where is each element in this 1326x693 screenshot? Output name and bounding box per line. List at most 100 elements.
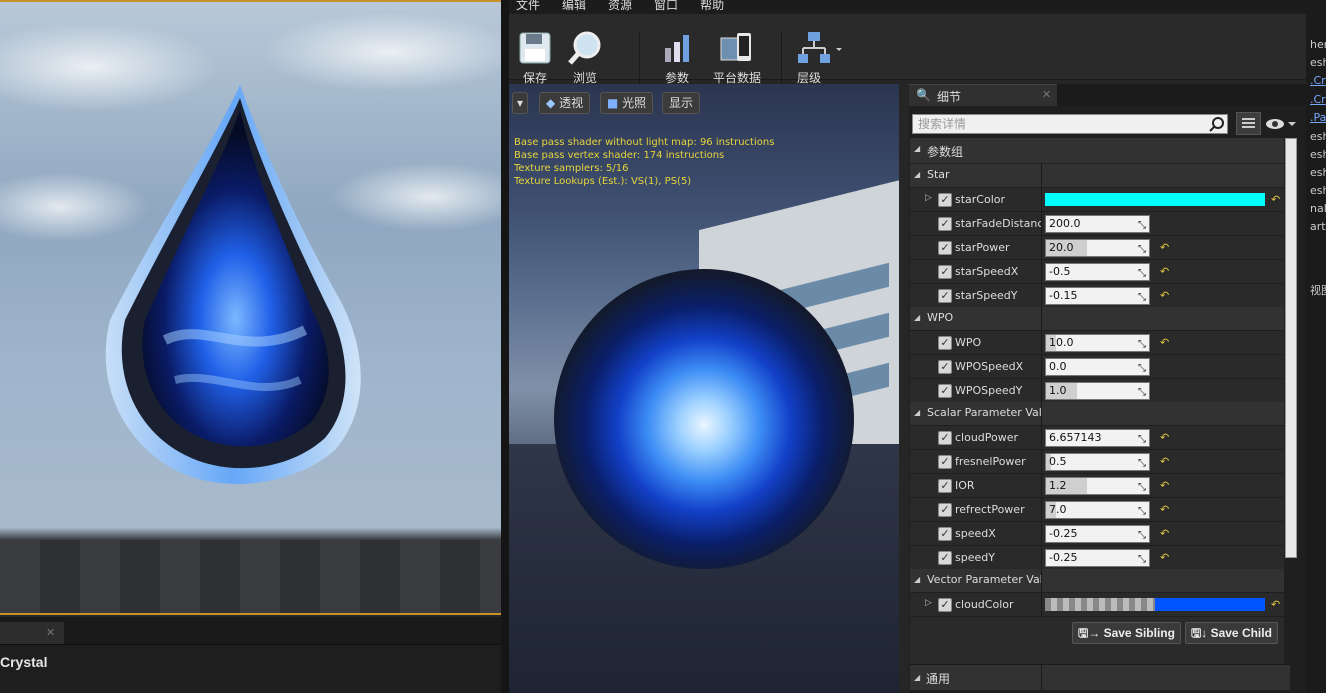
param-WPOSpeedY: ✓ WPOSpeedY 1.0 ⤡ [910,379,1284,403]
checkbox[interactable]: ✓ [938,503,952,517]
param-starColor: ▷ ✓ starColor ↶ [910,188,1284,212]
clipped-text: her [1310,38,1326,51]
number-field[interactable]: -0.15 ⤡ [1045,287,1150,305]
resize-arrow-icon: ⤡ [1138,220,1146,231]
expand-arrow-icon[interactable]: ▷ [925,598,932,608]
checkbox[interactable]: ✓ [938,384,952,398]
search-input[interactable]: 搜索详情 [912,114,1228,134]
group-general[interactable]: ◢ 通用 [910,664,1290,691]
checkbox[interactable]: ✓ [938,217,952,231]
save-button[interactable]: 保存 [517,30,553,86]
reset-arrow-icon[interactable]: ↶ [1160,289,1169,302]
checkbox[interactable]: ✓ [938,360,952,374]
view-options-button[interactable] [1236,112,1261,135]
reset-arrow-icon[interactable]: ↶ [1160,265,1169,278]
floppy-arrow-icon: 🖫→ [1078,626,1101,640]
close-icon[interactable]: ✕ [1042,88,1051,101]
checkbox[interactable]: ✓ [938,598,952,612]
reset-arrow-icon[interactable]: ↶ [1160,503,1169,516]
checkbox[interactable]: ✓ [938,431,952,445]
menu-help[interactable]: 帮助 [700,0,724,14]
group-label: WPO [927,311,954,324]
reset-arrow-icon[interactable]: ↶ [1160,551,1169,564]
checkbox[interactable]: ✓ [938,551,952,565]
reset-arrow-icon[interactable]: ↶ [1160,241,1169,254]
checkbox[interactable]: ✓ [938,241,952,255]
reset-arrow-icon[interactable]: ↶ [1160,527,1169,540]
number-value: 1.2 [1049,479,1067,492]
clipped-link[interactable]: .Cr [1310,93,1326,106]
checkbox[interactable]: ✓ [938,265,952,279]
checkbox[interactable]: ✓ [938,336,952,350]
group-label: Star [927,168,950,181]
reset-arrow-icon[interactable]: ↶ [1271,193,1280,206]
number-value: -0.15 [1049,289,1078,302]
number-field[interactable]: 10.0 ⤡ [1045,334,1150,352]
number-field[interactable]: 20.0 ⤡ [1045,239,1150,257]
show-button[interactable]: 显示 [662,92,701,114]
number-field[interactable]: -0.25 ⤡ [1045,549,1150,567]
visibility-button[interactable] [1264,114,1298,134]
param-group-header[interactable]: ◢ 参数组 [910,138,1284,164]
left-viewport[interactable] [0,0,501,615]
reset-arrow-icon[interactable]: ↶ [1160,431,1169,444]
number-field[interactable]: 1.0 ⤡ [1045,382,1150,400]
number-field[interactable]: 6.657143 ⤡ [1045,429,1150,447]
number-field[interactable]: 0.0 ⤡ [1045,358,1150,376]
column-divider [1041,260,1042,284]
checkbox[interactable]: ✓ [938,527,952,541]
perspective-button[interactable]: ◆ 透视 [539,92,591,114]
number-field[interactable]: 200.0 ⤡ [1045,215,1150,233]
viewport-menu-button[interactable]: ▾ [512,92,529,114]
params-button[interactable]: 参数 [659,30,695,86]
reset-arrow-icon[interactable]: ↶ [1160,479,1169,492]
search-icon[interactable] [1208,115,1226,133]
save-child-button[interactable]: 🖫↓ Save Child [1185,622,1278,644]
number-field[interactable]: 0.5 ⤡ [1045,453,1150,471]
checkbox[interactable]: ✓ [938,289,952,303]
number-field[interactable]: 7.0 ⤡ [1045,501,1150,519]
details-scrollbar[interactable] [1285,138,1297,558]
color-swatch[interactable] [1155,598,1265,611]
menu-asset[interactable]: 资源 [608,0,632,14]
menu-edit[interactable]: 编辑 [562,0,586,14]
reset-arrow-icon[interactable]: ↶ [1160,455,1169,468]
group-star[interactable]: ◢ Star [910,164,1284,188]
group-vector-parameter-values[interactable]: ◢ Vector Parameter Values [910,569,1284,593]
menu-file[interactable]: 文件 [516,0,540,14]
param-WPOSpeedX: ✓ WPOSpeedX 0.0 ⤡ [910,355,1284,379]
clipped-link[interactable]: .Cr [1310,74,1326,87]
checkbox[interactable]: ✓ [938,193,952,207]
lit-button[interactable]: ■ 光照 [600,92,654,114]
checkbox[interactable]: ✓ [938,479,952,493]
reset-arrow-icon[interactable]: ↶ [1160,336,1169,349]
column-divider [1041,522,1042,546]
number-field[interactable]: -0.5 ⤡ [1045,263,1150,281]
param-label: WPO [955,336,982,349]
color-swatch[interactable] [1045,193,1265,206]
splitter[interactable] [501,0,509,693]
checker-floor [0,540,501,613]
save-sibling-button[interactable]: 🖫→ Save Sibling [1072,622,1181,644]
alpha-checker-swatch[interactable] [1045,598,1155,611]
tab-details[interactable] [909,84,1057,106]
close-icon[interactable]: ✕ [46,626,55,639]
platform-button[interactable]: 平台数据 [713,30,761,86]
details-tab-label: 细节 [937,90,962,104]
platform-devices-icon [719,30,755,66]
reset-arrow-icon[interactable]: ↶ [1271,598,1280,611]
group-wpo[interactable]: ◢ WPO [910,307,1284,331]
menu-window[interactable]: 窗口 [654,0,678,14]
hierarchy-button[interactable]: 层级 [796,30,842,86]
search-details-icon: 🔍 [916,88,931,102]
group-scalar-parameter-values[interactable]: ◢ Scalar Parameter Values [910,402,1284,426]
checkbox[interactable]: ✓ [938,455,952,469]
expand-arrow-icon[interactable]: ▷ [925,193,932,203]
number-field[interactable]: -0.25 ⤡ [1045,525,1150,543]
column-divider [1041,188,1042,212]
clipped-link[interactable]: .Pa [1310,111,1326,124]
number-field[interactable]: 1.2 ⤡ [1045,477,1150,495]
number-value: -0.25 [1049,551,1078,564]
browse-button[interactable]: 浏览 [567,30,603,86]
param-label: WPOSpeedX [955,360,1024,373]
